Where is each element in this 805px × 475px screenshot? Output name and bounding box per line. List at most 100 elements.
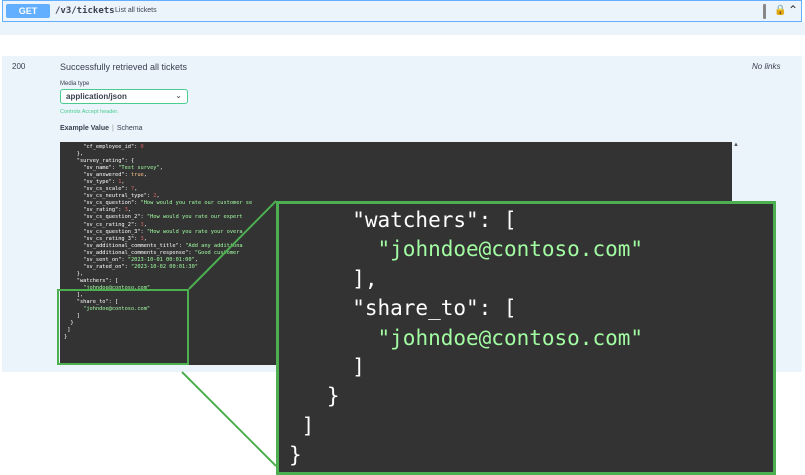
zoom-code-text: }: [289, 443, 302, 468]
zoom-code-line: "johndoe@contoso.com": [289, 325, 644, 350]
code-line: "sv_cs_question": "How would you rate ou…: [64, 200, 252, 206]
lock-icon[interactable]: 🔒: [774, 5, 786, 16]
code-value: "How would you rate your overa: [146, 228, 243, 235]
code-punct: ,: [121, 179, 125, 186]
zoom-code-value: "johndoe@contoso.com": [377, 325, 644, 350]
code-line: "sv_additional_comments_title": "Add any…: [64, 242, 243, 249]
zoom-code-text: ],: [289, 266, 378, 291]
code-text: "sv_cs_question":: [64, 200, 141, 207]
code-punct: ,: [134, 186, 138, 193]
zoomed-code-callout: "watchers": [ "johndoe@contoso.com" ], "…: [276, 201, 776, 475]
code-punct: ,: [194, 256, 198, 263]
zoom-code-line: }: [289, 384, 340, 408]
code-text: "sv_rating":: [64, 207, 125, 214]
zoom-code-line: ]: [289, 355, 365, 379]
tab-divider: |: [112, 125, 114, 132]
zoom-code-line: }: [289, 443, 302, 467]
zoom-code-text: }: [289, 384, 340, 409]
code-text: "sv_cs_rating_3":: [64, 235, 141, 242]
zoom-code-line: "watchers": [: [289, 208, 517, 232]
code-value: 0: [140, 144, 144, 150]
code-value: "2023-10-02 00:01:30": [130, 263, 198, 270]
tab-schema[interactable]: Schema: [117, 125, 143, 132]
example-tabs: Example Value | Schema: [60, 125, 143, 132]
zoom-code-line: "share_to": [: [289, 296, 517, 321]
code-text: "sv_cs_scale":: [64, 186, 131, 193]
code-text: "sv_sent_on":: [64, 256, 128, 263]
response-description: Successfully retrieved all tickets: [60, 62, 188, 72]
zoom-code-text: ]: [289, 413, 315, 438]
code-text: },: [64, 151, 84, 158]
code-line: "survey_rating": {: [64, 158, 134, 164]
code-line: "cf_employee_id": 0: [64, 144, 144, 150]
code-text: "sv_cs_question_3":: [64, 228, 147, 235]
code-line: "sv_answered": true,: [64, 172, 147, 178]
code-line: "sv_additional_comments_response": "Good…: [64, 250, 239, 256]
callout-line-bottom: [181, 371, 277, 467]
code-line: "sv_rating": 3,: [64, 207, 131, 213]
operation-block-get-tickets[interactable]: GET /v3/tickets List all tickets 🔒 ⌃: [2, 0, 802, 22]
scrollbar-thumb[interactable]: [763, 4, 766, 19]
code-punct: ,: [127, 207, 131, 214]
code-line: "sv_cs_rating_2": 3,: [64, 222, 147, 228]
code-line: "sv_rated_on": "2023-10-02 00:01:30": [64, 264, 198, 270]
code-line: "sv_cs_scale": 7,: [64, 186, 137, 192]
code-text: "sv_name":: [64, 165, 119, 172]
media-type-value: application/json: [66, 92, 127, 101]
operation-body-band: [0, 22, 805, 35]
code-line: "watchers": [: [64, 278, 118, 284]
zoom-code-line: "johndoe@contoso.com": [289, 237, 644, 262]
code-text: "sv_cs_rating_2":: [64, 221, 141, 228]
code-text: "sv_answered":: [64, 172, 131, 179]
scroll-up-arrow[interactable]: ▲: [733, 142, 739, 148]
code-line: "sv_cs_question_3": "How would you rate …: [64, 228, 243, 235]
code-text: "sv_additional_comments_title":: [64, 242, 186, 249]
code-text: "cf_employee_id":: [64, 144, 141, 150]
zoom-code-line: ]: [289, 413, 315, 438]
zoom-code-value: "johndoe@contoso.com": [377, 237, 644, 262]
code-line: },: [64, 271, 83, 277]
code-value: "How would you rate our expert: [146, 214, 243, 221]
code-line: "sv_name": "Test survey",: [64, 165, 163, 171]
controls-accept-note: Controls Accept header.: [60, 109, 119, 115]
chevron-up-icon[interactable]: ⌃: [788, 3, 798, 17]
code-text: "sv_cs_question_2":: [64, 214, 147, 221]
code-text: "watchers": [: [64, 277, 119, 284]
code-punct: ,: [159, 165, 163, 172]
highlight-box: [57, 289, 189, 365]
code-text: "survey_rating": {: [64, 158, 135, 165]
media-type-select[interactable]: application/json ⌄: [60, 89, 188, 104]
code-text: "sv_type":: [64, 179, 119, 186]
code-line: "sv_sent_on": "2023-10-01 00:01:00",: [64, 257, 198, 263]
code-line: "sv_cs_rating_3": 3,: [64, 236, 147, 242]
code-punct: ,: [156, 193, 160, 200]
tab-example-value[interactable]: Example Value: [60, 125, 109, 132]
zoom-code-text: "share_to": [: [289, 296, 517, 321]
code-value: "Add any additiona: [185, 242, 243, 249]
zoom-code-line: ],: [289, 266, 378, 291]
code-text: "sv_cs_neutral_type":: [64, 193, 154, 200]
endpoint-path: /v3/tickets: [55, 6, 115, 16]
zoom-code-text: ]: [289, 355, 365, 380]
method-badge: GET: [6, 4, 50, 18]
code-punct: ,: [143, 221, 147, 228]
endpoint-summary: List all tickets: [115, 7, 157, 14]
code-text: "sv_rated_on":: [64, 263, 131, 270]
zoom-code-text: [289, 326, 378, 350]
response-code: 200: [12, 62, 26, 71]
code-text: },: [64, 270, 84, 277]
code-value: "How would you rate our customer se: [140, 200, 253, 207]
zoom-code-text: [289, 237, 378, 261]
code-punct: ,: [143, 235, 147, 242]
code-line: "sv_type": 1,: [64, 179, 125, 185]
code-value: "2023-10-01 00:01:00": [127, 256, 195, 263]
code-value: true: [130, 172, 144, 179]
zoomed-json-code: "watchers": [ "johndoe@contoso.com" ], "…: [279, 206, 643, 471]
code-line: "sv_cs_neutral_type": 2,: [64, 193, 160, 199]
code-text: "sv_additional_comments_response":: [64, 249, 195, 256]
code-line: },: [64, 151, 83, 157]
code-punct: ,: [143, 172, 147, 179]
code-value: "Good customer: [194, 249, 240, 256]
zoom-code-text: "watchers": [: [289, 208, 517, 232]
chevron-down-icon: ⌄: [175, 91, 182, 100]
